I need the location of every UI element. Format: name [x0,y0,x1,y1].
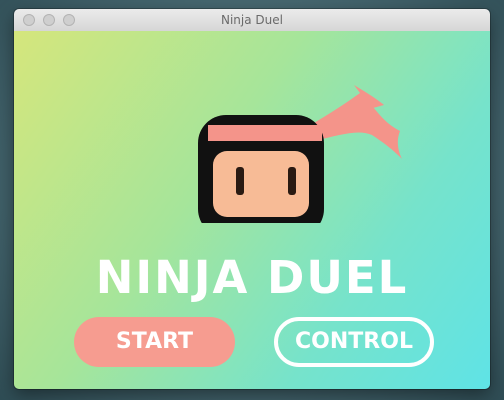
ninja-eye-right [288,167,296,195]
ninja-headband [208,125,322,141]
window-title: Ninja Duel [221,13,283,27]
headband-tail-lower [314,103,402,159]
control-button[interactable]: CONTROL [274,317,434,367]
app-window: Ninja Duel NINJA DUEL START CONTROL [14,9,490,389]
title-bar[interactable]: Ninja Duel [14,9,490,32]
game-title: NINJA DUEL [95,251,409,304]
ninja-head-icon [198,85,402,223]
ninja-eye-left [236,167,244,195]
game-screen: NINJA DUEL START CONTROL [14,31,490,389]
start-button[interactable]: START [74,317,235,367]
